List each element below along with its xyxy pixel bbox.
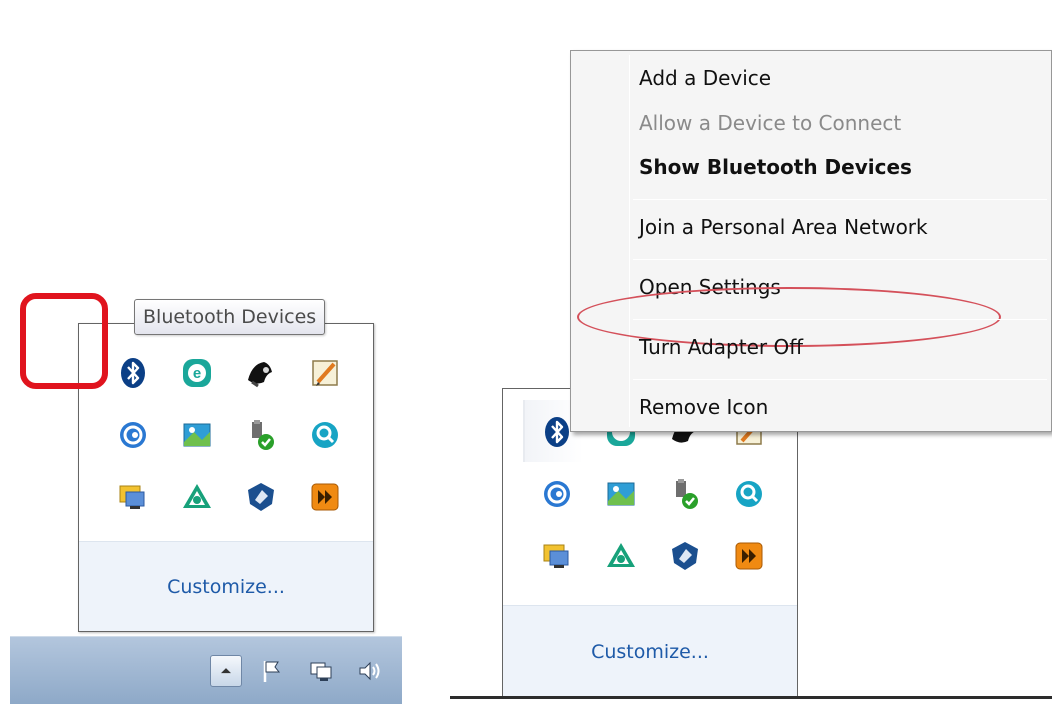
- notepad-icon: [312, 360, 338, 386]
- icon-row: [101, 404, 357, 466]
- svg-text:e: e: [193, 365, 201, 382]
- network-icon: [310, 662, 332, 681]
- bluetooth-icon: [121, 358, 145, 388]
- swirl-icon: [120, 422, 146, 448]
- menu-separator: [633, 199, 1047, 200]
- tray-icon-magnifier[interactable]: [293, 404, 357, 466]
- magnifier-icon: [312, 422, 338, 448]
- tray-icon-bluetooth[interactable]: [101, 342, 165, 404]
- shield-icon: [672, 542, 698, 570]
- tray-icon-photo-sync[interactable]: [165, 404, 229, 466]
- tray-icon-media[interactable]: [229, 342, 293, 404]
- usb-safely-remove-icon: [252, 420, 274, 450]
- tray-icon-play-forward[interactable]: [293, 466, 357, 528]
- tray-icon-magnifier[interactable]: [717, 463, 781, 525]
- tray-icon-grid: e: [101, 342, 357, 528]
- menu-item-allow-device: Allow a Device to Connect: [639, 111, 902, 135]
- menu-item-add-device[interactable]: Add a Device: [639, 59, 771, 97]
- tray-icon-triangle-sync[interactable]: [165, 466, 229, 528]
- tray-icon-swirl[interactable]: [101, 404, 165, 466]
- menu-separator: [633, 319, 1047, 320]
- bluetooth-context-menu: Add a Device Allow a Device to Connect S…: [570, 50, 1052, 432]
- swirl-icon: [544, 481, 570, 507]
- tray-icon-eset[interactable]: e: [165, 342, 229, 404]
- tray-icon-swirl[interactable]: [525, 463, 589, 525]
- network-monitor-icon: [119, 485, 145, 509]
- notification-overflow-flyout: Customize...: [502, 388, 798, 698]
- tray-icon-network-monitor[interactable]: [525, 525, 589, 587]
- tray-icon-network-monitor[interactable]: [101, 466, 165, 528]
- customize-link[interactable]: Customize...: [167, 576, 285, 598]
- taskbar-edge: [450, 696, 1052, 699]
- tray-icon-usb[interactable]: [229, 404, 293, 466]
- shield-icon: [248, 483, 274, 511]
- action-center-flag[interactable]: [256, 655, 288, 687]
- photo-sync-icon: [183, 423, 211, 447]
- tray-icon-shield[interactable]: [653, 525, 717, 587]
- flyout-footer: Customize...: [503, 605, 797, 697]
- taskbar: [10, 636, 402, 704]
- menu-gutter: [629, 55, 630, 427]
- eset-icon: e: [183, 359, 211, 387]
- volume-icon: [359, 661, 380, 681]
- network-tray-icon[interactable]: [304, 655, 338, 687]
- icon-row: e: [101, 342, 357, 404]
- bluetooth-icon: [545, 417, 569, 447]
- bluetooth-tooltip: Bluetooth Devices: [134, 299, 326, 335]
- chevron-up-icon: [221, 668, 231, 674]
- menu-item-turn-adapter-off[interactable]: Turn Adapter Off: [639, 328, 803, 366]
- usb-safely-remove-icon: [676, 479, 698, 509]
- photo-sync-icon: [607, 482, 635, 506]
- menu-item-show-devices[interactable]: Show Bluetooth Devices: [639, 148, 912, 186]
- tray-icon-notepad[interactable]: [293, 342, 357, 404]
- customize-link[interactable]: Customize...: [591, 641, 709, 663]
- bluetooth-highlight-box: [20, 293, 108, 389]
- icon-row: [525, 525, 781, 587]
- network-monitor-icon: [543, 544, 569, 568]
- menu-separator: [633, 259, 1047, 260]
- show-hidden-icons-button[interactable]: [210, 655, 242, 687]
- caption-fragment: [300, 0, 520, 24]
- menu-separator: [633, 379, 1047, 380]
- menu-item-remove-icon[interactable]: Remove Icon: [639, 388, 768, 426]
- play-forward-icon: [311, 483, 339, 511]
- tray-icon-photo-sync[interactable]: [589, 463, 653, 525]
- triangle-sync-icon: [607, 543, 635, 567]
- right-screenshot: Customize... Add a Device Allow a Device…: [450, 30, 1052, 704]
- media-player-icon: [248, 362, 272, 388]
- icon-row: [525, 463, 781, 525]
- tray-icon-usb[interactable]: [653, 463, 717, 525]
- triangle-sync-icon: [183, 484, 211, 508]
- tray-icon-shield[interactable]: [229, 466, 293, 528]
- flag-icon: [263, 661, 281, 682]
- menu-item-open-settings[interactable]: Open Settings: [639, 268, 781, 306]
- icon-row: [101, 466, 357, 528]
- play-forward-icon: [735, 542, 763, 570]
- left-screenshot: e Customize... Bluetooth Devices: [10, 243, 402, 704]
- menu-item-join-pan[interactable]: Join a Personal Area Network: [639, 208, 928, 246]
- flyout-footer: Customize...: [79, 541, 373, 631]
- notification-overflow-flyout: e Customize...: [78, 323, 374, 632]
- volume-tray-icon[interactable]: [352, 655, 386, 687]
- magnifier-icon: [736, 481, 762, 507]
- tray-icon-play-forward[interactable]: [717, 525, 781, 587]
- tray-icon-triangle-sync[interactable]: [589, 525, 653, 587]
